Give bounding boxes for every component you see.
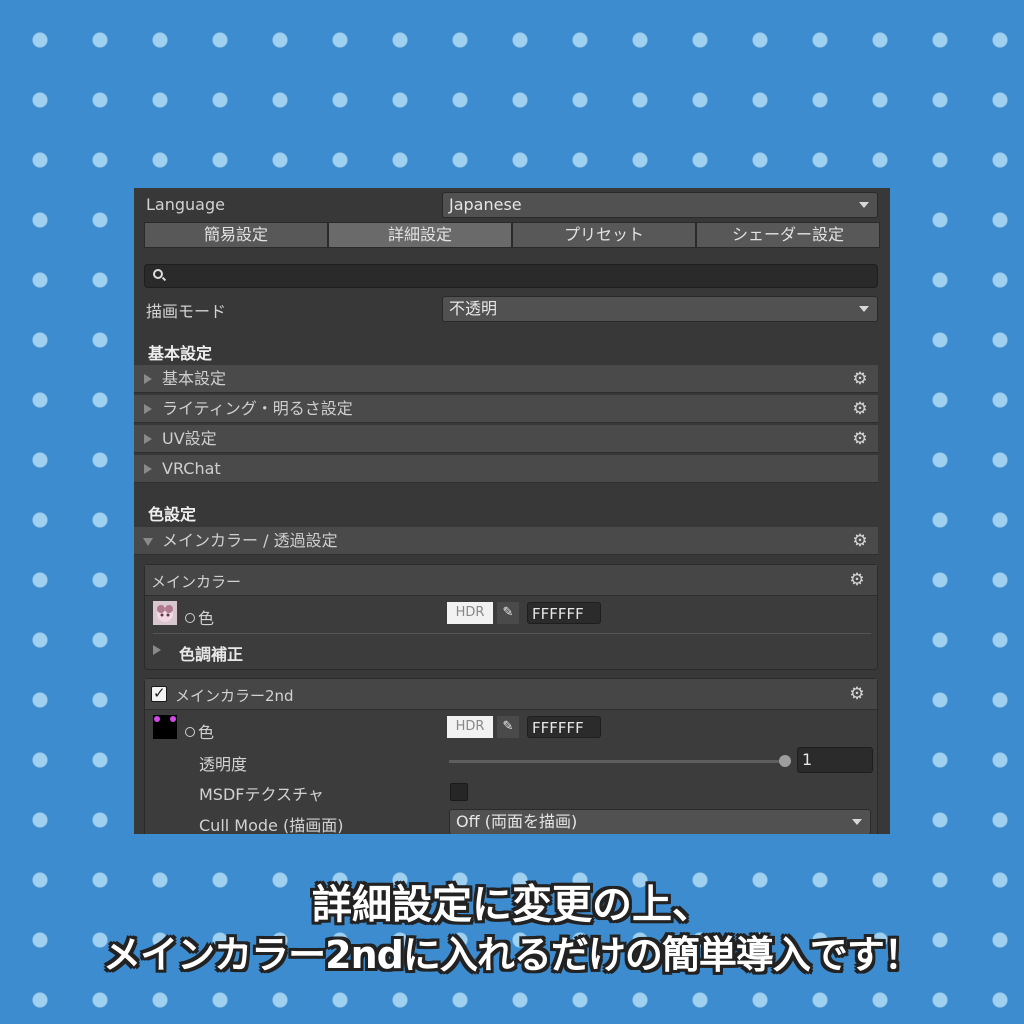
foldout-label: VRChat xyxy=(162,459,221,478)
expand-arrow-icon xyxy=(144,404,152,414)
main-color-box: メインカラー ⚙ 色 HDR ✎ FFFFFF 色調補正 xyxy=(144,564,878,670)
foldout-vrchat[interactable]: VRChat xyxy=(134,455,878,483)
gear-icon[interactable]: ⚙ xyxy=(849,572,865,589)
foldout-uv[interactable]: UV設定 ⚙ xyxy=(134,425,878,453)
main-color-2nd-header: メインカラー2nd ⚙ xyxy=(145,679,877,710)
msdf-label: MSDFテクスチャ xyxy=(199,785,324,804)
language-value: Japanese xyxy=(449,195,522,214)
main-color-2nd-hex-field[interactable]: FFFFFF xyxy=(527,716,601,738)
caption-line-1: 詳細設定に変更の上、 xyxy=(312,882,712,928)
chevron-down-icon xyxy=(859,202,869,208)
caption-line-2: メインカラー2ndに入れるだけの簡単導入です！ xyxy=(103,933,922,977)
gear-icon[interactable]: ⚙ xyxy=(849,686,865,703)
search-icon xyxy=(153,269,163,279)
language-label: Language xyxy=(146,195,225,214)
main-texture-thumbnail[interactable] xyxy=(153,601,177,625)
inspector-panel: Language Japanese 簡易設定 詳細設定 プリセット シェーダー設… xyxy=(134,188,890,834)
object-picker-icon xyxy=(185,613,195,623)
main-color-hdr-swatch[interactable]: HDR xyxy=(447,602,493,624)
opacity-label: 透明度 xyxy=(199,755,248,774)
render-mode-dropdown[interactable]: 不透明 xyxy=(442,296,878,322)
main-color-header: メインカラー ⚙ xyxy=(145,565,877,596)
main-color-title: メインカラー xyxy=(151,573,242,591)
tab-simple[interactable]: 簡易設定 xyxy=(144,222,328,248)
language-dropdown[interactable]: Japanese xyxy=(442,192,878,218)
expand-arrow-icon[interactable] xyxy=(153,645,161,655)
main-color-2nd-label-text: 色 xyxy=(198,723,215,742)
foldout-lighting[interactable]: ライティング・明るさ設定 ⚙ xyxy=(134,395,878,423)
mode-tabs: 簡易設定 詳細設定 プリセット シェーダー設定 xyxy=(144,222,880,248)
cull-mode-value: Off (両面を描画) xyxy=(456,812,578,831)
expand-arrow-icon xyxy=(144,374,152,384)
eyedropper-icon[interactable]: ✎ xyxy=(497,716,519,738)
search-input[interactable] xyxy=(144,264,878,288)
render-mode-label: 描画モード xyxy=(146,302,227,321)
gear-icon[interactable]: ⚙ xyxy=(852,401,868,418)
main-color-2nd-toggle[interactable] xyxy=(151,684,167,702)
foldout-basic[interactable]: 基本設定 ⚙ xyxy=(134,365,878,393)
foldout-main-color[interactable]: メインカラー / 透過設定 ⚙ xyxy=(134,527,878,555)
foldout-label: ライティング・明るさ設定 xyxy=(162,399,353,418)
expand-arrow-icon xyxy=(144,464,152,474)
main-color-2nd-label: 色 xyxy=(185,719,214,743)
cull-mode-label: Cull Mode (描画面) xyxy=(199,816,344,834)
render-mode-value: 不透明 xyxy=(449,299,498,318)
tab-shader-settings[interactable]: シェーダー設定 xyxy=(696,222,880,248)
section-title-color: 色設定 xyxy=(148,505,197,524)
main-color-2nd-texture-thumbnail[interactable] xyxy=(153,715,177,739)
collapse-arrow-icon xyxy=(143,538,153,546)
tab-advanced[interactable]: 詳細設定 xyxy=(328,222,512,248)
gear-icon[interactable]: ⚙ xyxy=(852,431,868,448)
main-color-2nd-box: メインカラー2nd ⚙ 色 HDR ✎ FFFFFF 透明度 1 MSDFテクス… xyxy=(144,678,878,834)
opacity-slider-handle[interactable] xyxy=(779,755,791,767)
foldout-label: メインカラー / 透過設定 xyxy=(162,531,338,550)
section-title-basic: 基本設定 xyxy=(148,344,213,363)
opacity-input[interactable]: 1 xyxy=(797,747,873,773)
foldout-label: UV設定 xyxy=(162,429,217,448)
gear-icon[interactable]: ⚙ xyxy=(852,533,868,550)
tone-correction-label[interactable]: 色調補正 xyxy=(179,641,243,665)
chevron-down-icon xyxy=(852,819,862,825)
opacity-slider-track[interactable] xyxy=(449,760,785,763)
cull-mode-dropdown[interactable]: Off (両面を描画) xyxy=(449,809,871,834)
chevron-down-icon xyxy=(859,306,869,312)
main-color-hex-field[interactable]: FFFFFF xyxy=(527,602,601,624)
main-color-label-text: 色 xyxy=(198,609,215,628)
msdf-checkbox[interactable] xyxy=(450,783,468,801)
expand-arrow-icon xyxy=(144,434,152,444)
main-color-2nd-hdr-swatch[interactable]: HDR xyxy=(447,716,493,738)
divider xyxy=(153,633,871,634)
tab-preset[interactable]: プリセット xyxy=(512,222,696,248)
object-picker-icon xyxy=(185,727,195,737)
main-color-2nd-title: メインカラー2nd xyxy=(175,687,294,705)
gear-icon[interactable]: ⚙ xyxy=(852,371,868,388)
eyedropper-icon[interactable]: ✎ xyxy=(497,602,519,624)
main-color-label: 色 xyxy=(185,605,214,629)
foldout-label: 基本設定 xyxy=(162,369,227,388)
